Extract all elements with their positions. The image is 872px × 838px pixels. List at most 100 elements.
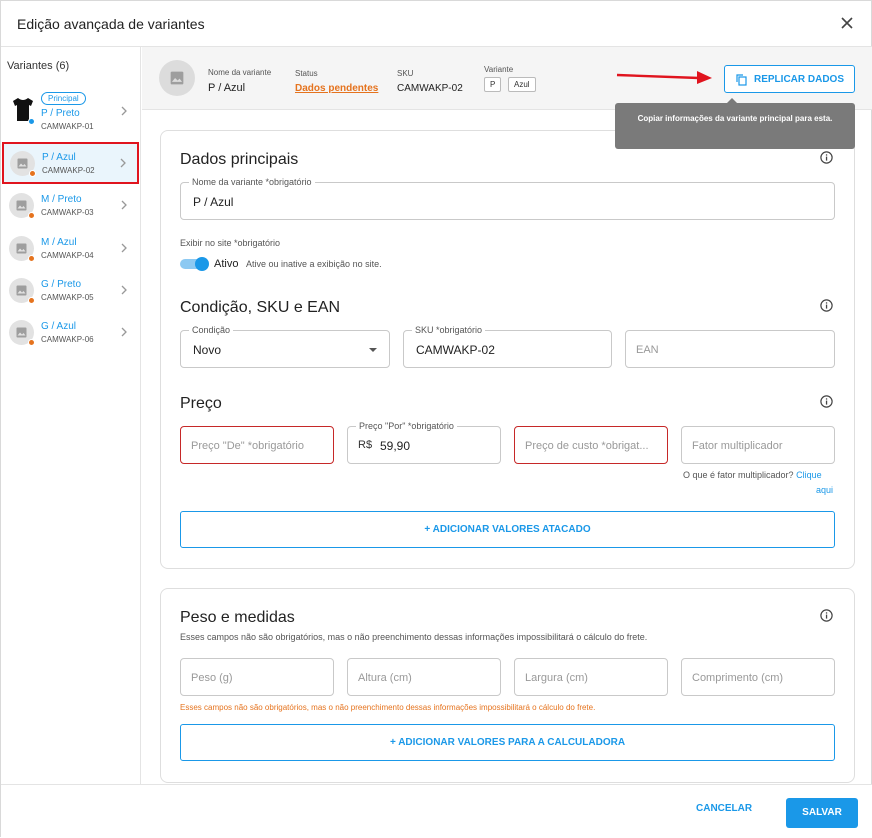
- replicate-data-button[interactable]: REPLICAR DADOS: [724, 65, 855, 93]
- red-arrow-annotation: [616, 71, 712, 84]
- modal-title: Edição avançada de variantes: [17, 16, 205, 32]
- field-label: SKU *obrigatório: [412, 325, 486, 335]
- weight-subtitle: Esses campos não são obrigatórios, mas o…: [180, 632, 648, 642]
- price-por-field[interactable]: Preço "Por" *obrigatório R$ 59,90: [347, 421, 501, 464]
- multiplier-help-link-cont[interactable]: aqui: [816, 485, 833, 495]
- multiplier-help-text: O que é fator multiplicador? Clique: [683, 470, 822, 480]
- variants-sidebar: Variantes (6) Principal P / Preto CAMWAK…: [1, 47, 141, 784]
- ean-field[interactable]: EAN: [625, 330, 835, 368]
- status-dot: [28, 297, 35, 304]
- field-value: Novo: [193, 343, 222, 357]
- section-title-main-data: Dados principais: [180, 151, 299, 168]
- chevron-right-icon: [121, 285, 127, 295]
- close-icon[interactable]: [837, 13, 857, 33]
- save-button[interactable]: SALVAR: [786, 798, 858, 828]
- sku-label: SKU: [397, 69, 414, 78]
- show-on-site-label: Exibir no site *obrigatório: [180, 238, 281, 248]
- length-field[interactable]: Comprimento (cm): [681, 658, 835, 696]
- chevron-right-icon: [121, 106, 127, 116]
- multiplier-factor-field[interactable]: Fator multiplicador: [681, 426, 835, 464]
- variant-summary-bar: Nome da variante P / Azul Status Dados p…: [142, 47, 872, 110]
- image-placeholder-icon: [17, 158, 28, 169]
- variants-count-title: Variantes (6): [7, 60, 70, 72]
- sku-field[interactable]: SKU *obrigatório CAMWAKP-02: [403, 325, 612, 368]
- chevron-right-icon: [121, 243, 127, 253]
- variant-name-field[interactable]: Nome da variante *obrigatório P / Azul: [180, 177, 835, 220]
- info-icon[interactable]: [820, 609, 833, 622]
- info-icon[interactable]: [820, 395, 833, 408]
- field-value: CAMWAKP-02: [416, 343, 495, 357]
- variant-sku: CAMWAKP-02: [42, 166, 95, 175]
- status-dot: [28, 118, 35, 125]
- image-placeholder-icon: [16, 243, 27, 254]
- field-placeholder: Preço de custo *obrigat...: [525, 440, 649, 452]
- replicate-tooltip: Copiar informações da variante principal…: [615, 98, 855, 149]
- info-icon[interactable]: [820, 151, 833, 164]
- multiplier-help-link[interactable]: Clique: [796, 470, 822, 480]
- toggle-state-label: Ativo: [214, 258, 239, 270]
- sidebar-variant-item[interactable]: G / Azul CAMWAKP-06: [3, 313, 138, 353]
- sidebar-variant-item[interactable]: M / Preto CAMWAKP-03: [3, 186, 138, 226]
- currency-prefix: R$: [358, 439, 373, 451]
- chevron-right-icon: [120, 158, 126, 168]
- sidebar-variant-item[interactable]: Principal P / Preto CAMWAKP-01: [3, 92, 138, 132]
- variant-name: M / Preto: [41, 194, 82, 205]
- cancel-button[interactable]: CANCELAR: [696, 803, 752, 814]
- status-label: Status: [295, 69, 318, 78]
- sku-value: CAMWAKP-02: [397, 83, 463, 94]
- weight-field[interactable]: Peso (g): [180, 658, 334, 696]
- field-placeholder: Largura (cm): [525, 672, 588, 684]
- field-label: Nome da variante *obrigatório: [189, 177, 315, 187]
- variant-name: M / Azul: [41, 237, 77, 248]
- variant-chip-size: P: [484, 77, 502, 92]
- cost-price-field[interactable]: Preço de custo *obrigat...: [514, 426, 668, 464]
- status-dot: [28, 255, 35, 262]
- height-field[interactable]: Altura (cm): [347, 658, 501, 696]
- caret-down-icon: [369, 348, 377, 352]
- status-dot: [28, 212, 35, 219]
- chevron-right-icon: [121, 327, 127, 337]
- status-pending-link[interactable]: Dados pendentes: [295, 83, 378, 94]
- sidebar-variant-item[interactable]: M / Azul CAMWAKP-04: [3, 229, 138, 269]
- condition-select[interactable]: Condição Novo: [180, 325, 390, 368]
- variant-name-label: Nome da variante: [208, 68, 272, 77]
- show-on-site-toggle[interactable]: [180, 257, 210, 271]
- status-dot: [28, 339, 35, 346]
- field-placeholder: Peso (g): [191, 672, 233, 684]
- price-de-field[interactable]: Preço "De" *obrigatório: [180, 426, 334, 464]
- field-placeholder: Preço "De" *obrigatório: [191, 440, 304, 452]
- info-icon[interactable]: [820, 299, 833, 312]
- field-label: Preço "Por" *obrigatório: [356, 421, 457, 431]
- variant-editor-modal: Edição avançada de variantes Variantes (…: [0, 0, 872, 838]
- modal-header: Edição avançada de variantes: [1, 1, 872, 47]
- variant-label: Variante: [484, 65, 514, 74]
- add-calculator-values-button[interactable]: + ADICIONAR VALORES PARA A CALCULADORA: [180, 724, 835, 761]
- section-title-condition: Condição, SKU e EAN: [180, 299, 341, 316]
- variant-name-value: P / Azul: [208, 82, 246, 94]
- section-title-price: Preço: [180, 395, 222, 412]
- field-placeholder: Comprimento (cm): [692, 672, 784, 684]
- chevron-right-icon: [121, 200, 127, 210]
- principal-badge: Principal: [41, 92, 86, 105]
- image-placeholder-icon: [16, 327, 27, 338]
- shipping-warning: Esses campos não são obrigatórios, mas o…: [180, 703, 596, 712]
- variant-chip-color: Azul: [508, 77, 536, 92]
- variant-name: G / Azul: [41, 321, 77, 332]
- variant-sku: CAMWAKP-04: [41, 251, 94, 260]
- field-placeholder: EAN: [636, 344, 659, 356]
- field-label: Condição: [189, 325, 234, 335]
- variant-sku: CAMWAKP-06: [41, 335, 94, 344]
- add-wholesale-button[interactable]: + ADICIONAR VALORES ATACADO: [180, 511, 835, 548]
- width-field[interactable]: Largura (cm): [514, 658, 668, 696]
- variant-name: P / Preto: [41, 108, 80, 119]
- copy-icon: [736, 74, 747, 86]
- field-value: 59,90: [380, 439, 411, 453]
- image-placeholder-icon: [170, 71, 184, 85]
- sidebar-variant-item[interactable]: G / Preto CAMWAKP-05: [3, 271, 138, 311]
- field-placeholder: Altura (cm): [358, 672, 412, 684]
- section-title-weight: Peso e medidas: [180, 609, 295, 626]
- variant-name: G / Preto: [41, 279, 82, 290]
- variant-sku: CAMWAKP-03: [41, 208, 94, 217]
- sidebar-variant-item-selected[interactable]: P / Azul CAMWAKP-02: [2, 142, 139, 184]
- field-value: P / Azul: [193, 195, 234, 209]
